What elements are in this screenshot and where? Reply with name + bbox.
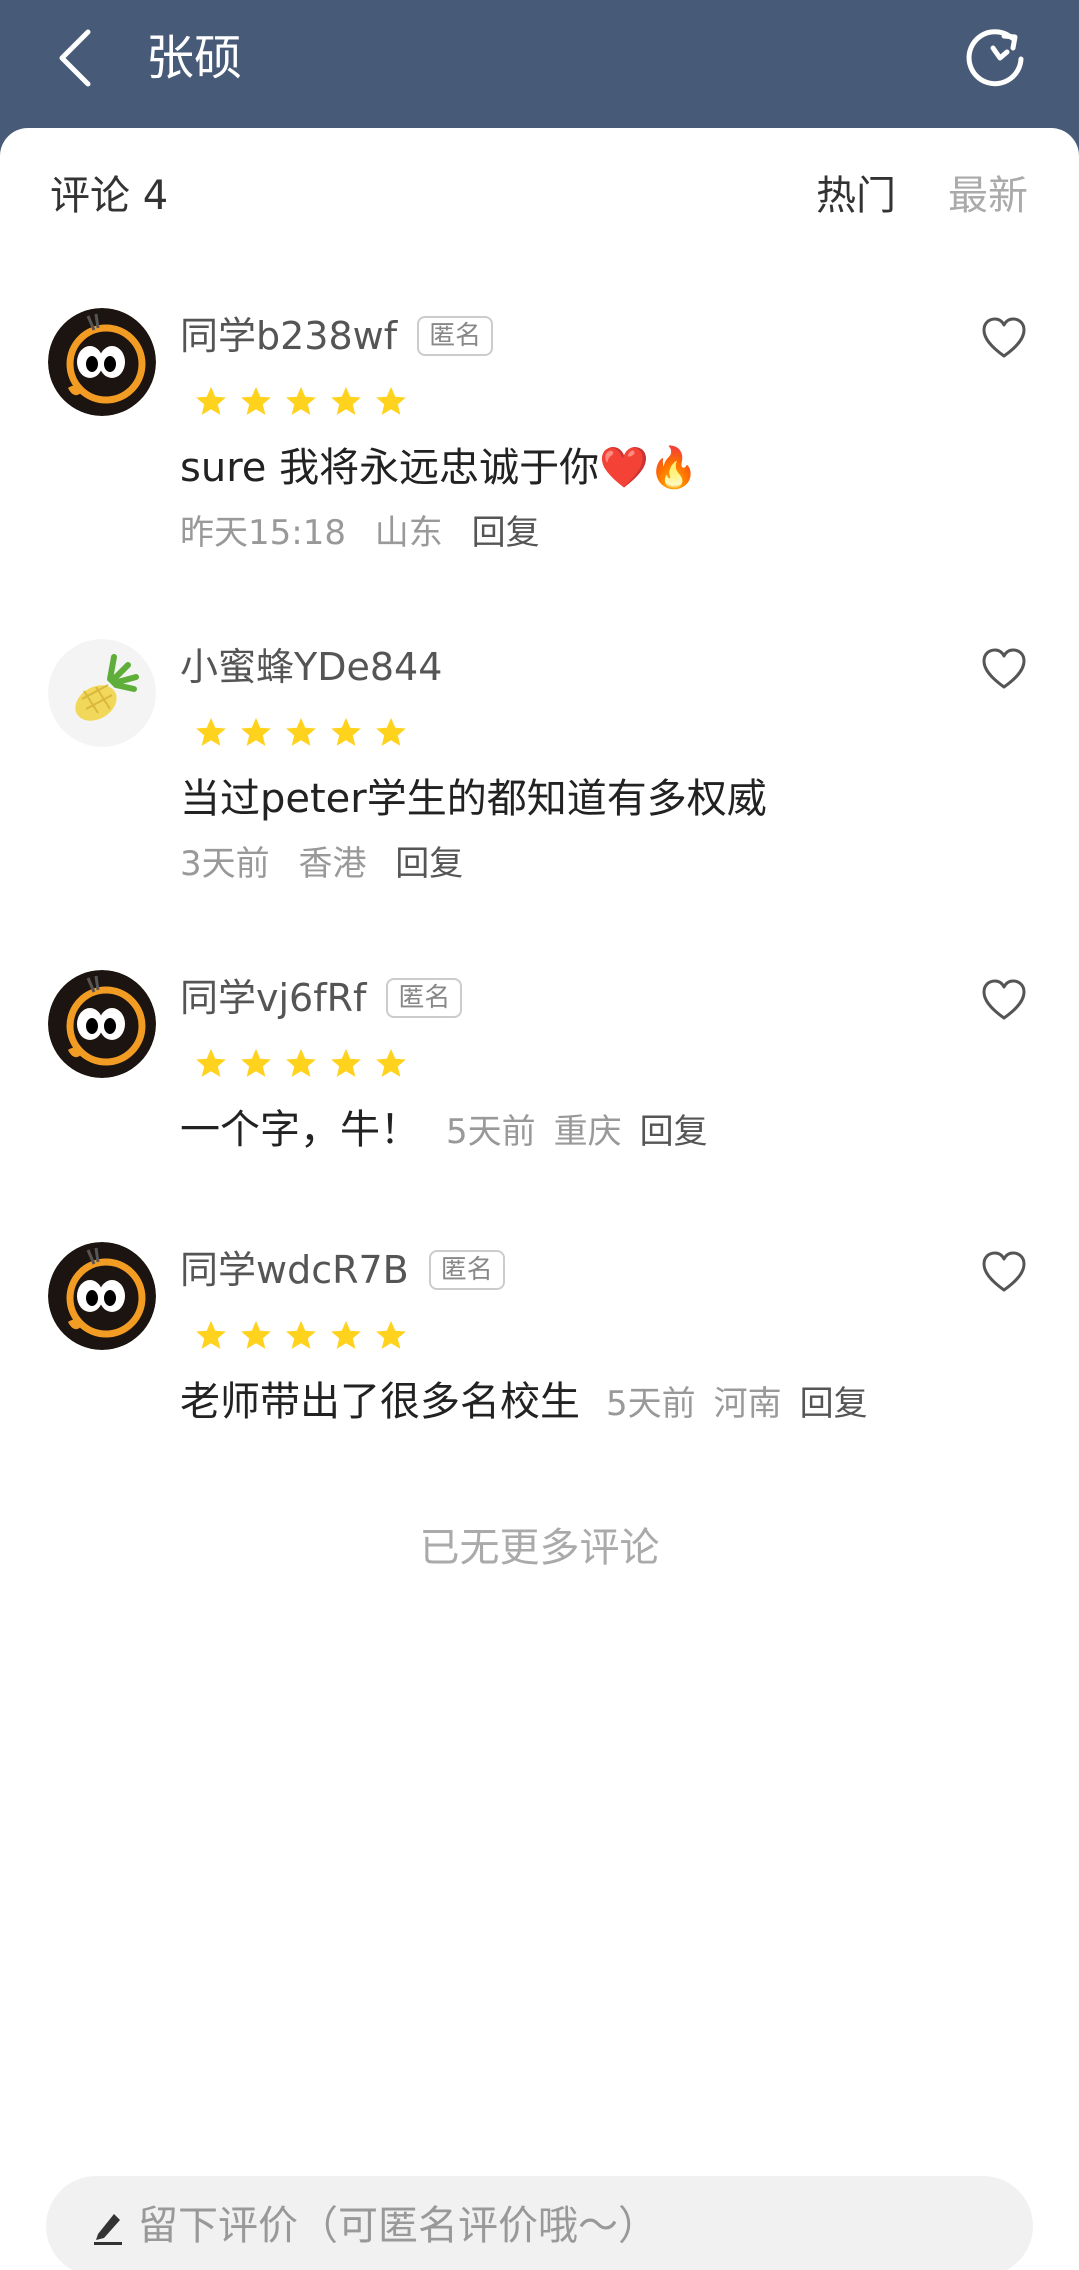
star-icon xyxy=(329,1046,363,1080)
reply-button[interactable]: 回复 xyxy=(640,1112,708,1152)
comment-text: 一个字，牛！ xyxy=(180,1107,420,1153)
comment-item: 小蜜蜂YDe844 当过peter学生的都知道有多权威 3天前 香港 回复 xyxy=(0,639,1079,899)
comment-compose-input[interactable]: 留下评价（可匿名评价哦～） xyxy=(46,2176,1033,2270)
comments-count: 评论 4 xyxy=(50,173,169,219)
comment-item: 同学wdcR7B 匿名 老师带出了很多名校生 5天前 河南 回复 xyxy=(0,1242,1079,1442)
comment-location: 香港 xyxy=(298,844,367,884)
star-icon xyxy=(284,1046,318,1080)
star-icon xyxy=(284,1318,318,1352)
pineapple-avatar-icon xyxy=(48,639,156,747)
username-text: 同学b238wf xyxy=(180,314,398,358)
comment-location: 山东 xyxy=(374,513,443,553)
star-icon xyxy=(374,715,408,749)
username-text: 小蜜蜂YDe844 xyxy=(180,645,443,689)
reply-button[interactable]: 回复 xyxy=(472,513,540,553)
comment-username[interactable]: 同学b238wf 匿名 xyxy=(180,308,494,364)
comment-text: 当过peter学生的都知道有多权威 xyxy=(180,776,767,822)
comment-item: 同学b238wf 匿名 sure 我将永远忠诚于你❤️🔥 昨天15:18 山东 回… xyxy=(0,308,1079,568)
star-icon xyxy=(374,1318,408,1352)
comment-username[interactable]: 同学vj6fRf 匿名 xyxy=(180,970,463,1026)
star-icon xyxy=(284,384,318,418)
rating-stars xyxy=(194,1318,414,1354)
comment-meta: 5天前 重庆 回复 xyxy=(446,1112,726,1152)
reply-button[interactable]: 回复 xyxy=(800,1384,868,1424)
reply-button[interactable]: 回复 xyxy=(395,844,463,884)
heart-icon xyxy=(982,979,1026,1020)
comment-time: 5天前 xyxy=(606,1384,696,1424)
star-icon xyxy=(239,384,273,418)
star-icon xyxy=(194,384,228,418)
star-icon xyxy=(374,1046,408,1080)
chevron-left-icon xyxy=(59,29,91,87)
back-button[interactable] xyxy=(48,24,112,92)
like-button[interactable] xyxy=(980,645,1028,693)
comment-text-row: 老师带出了很多名校生 5天前 河南 回复 xyxy=(180,1374,886,1432)
like-button[interactable] xyxy=(980,1248,1028,1296)
star-icon xyxy=(284,715,318,749)
avatar[interactable] xyxy=(48,639,156,747)
cartoon-eyes-avatar-icon xyxy=(48,970,156,1078)
star-icon xyxy=(329,715,363,749)
comment-time: 3天前 xyxy=(180,844,270,884)
rating-stars xyxy=(194,384,414,420)
heart-icon xyxy=(982,1251,1026,1292)
comment-username[interactable]: 小蜜蜂YDe844 xyxy=(180,639,442,695)
avatar[interactable] xyxy=(48,970,156,1078)
username-text: 同学wdcR7B xyxy=(180,1248,409,1292)
compose-placeholder: 留下评价（可匿名评价哦～） xyxy=(138,2203,658,2249)
sort-hot-tab[interactable]: 热门 xyxy=(816,168,896,224)
star-icon xyxy=(239,715,273,749)
comment-text-row: 一个字，牛！ 5天前 重庆 回复 xyxy=(180,1102,726,1160)
star-icon xyxy=(194,1046,228,1080)
comment-time: 5天前 xyxy=(446,1112,536,1152)
page-title: 张硕 xyxy=(146,30,243,86)
avatar[interactable] xyxy=(48,308,156,416)
star-icon xyxy=(239,1046,273,1080)
comment-text: 老师带出了很多名校生 xyxy=(180,1379,580,1425)
comment-username[interactable]: 同学wdcR7B 匿名 xyxy=(180,1242,505,1298)
comment-location: 河南 xyxy=(713,1384,782,1424)
rating-stars xyxy=(194,1046,414,1082)
sort-new-tab[interactable]: 最新 xyxy=(948,168,1028,224)
top-bar: 张硕 xyxy=(0,0,1079,128)
rating-stars xyxy=(194,715,414,751)
refresh-icon xyxy=(966,29,1024,87)
anonymous-badge: 匿名 xyxy=(428,1249,505,1290)
comment-meta: 3天前 香港 回复 xyxy=(180,839,481,889)
comment-location: 重庆 xyxy=(553,1112,622,1152)
star-icon xyxy=(329,1318,363,1352)
comment-time: 昨天15:18 xyxy=(180,513,346,553)
heart-icon xyxy=(982,317,1026,358)
cartoon-eyes-avatar-icon xyxy=(48,1242,156,1350)
comment-meta: 昨天15:18 山东 回复 xyxy=(180,508,558,558)
comments-panel: 评论 4 热门 最新 同学b238wf 匿名 sure 我将永远忠诚于你❤️🔥 xyxy=(0,128,1079,2270)
comment-meta: 5天前 河南 回复 xyxy=(606,1384,886,1424)
star-icon xyxy=(374,384,408,418)
star-icon xyxy=(239,1318,273,1352)
star-icon xyxy=(194,1318,228,1352)
username-text: 同学vj6fRf xyxy=(180,976,367,1020)
avatar[interactable] xyxy=(48,1242,156,1350)
star-icon xyxy=(194,715,228,749)
refresh-button[interactable] xyxy=(960,24,1030,94)
comment-item: 同学vj6fRf 匿名 一个字，牛！ 5天前 重庆 回复 xyxy=(0,970,1079,1170)
like-button[interactable] xyxy=(980,314,1028,362)
pencil-icon xyxy=(90,2206,126,2246)
cartoon-eyes-avatar-icon xyxy=(48,308,156,416)
no-more-comments: 已无更多评论 xyxy=(419,1525,660,1571)
anonymous-badge: 匿名 xyxy=(386,977,463,1018)
heart-icon xyxy=(982,648,1026,689)
like-button[interactable] xyxy=(980,976,1028,1024)
star-icon xyxy=(329,384,363,418)
comment-text: sure 我将永远忠诚于你❤️🔥 xyxy=(180,445,699,491)
anonymous-badge: 匿名 xyxy=(417,315,494,356)
